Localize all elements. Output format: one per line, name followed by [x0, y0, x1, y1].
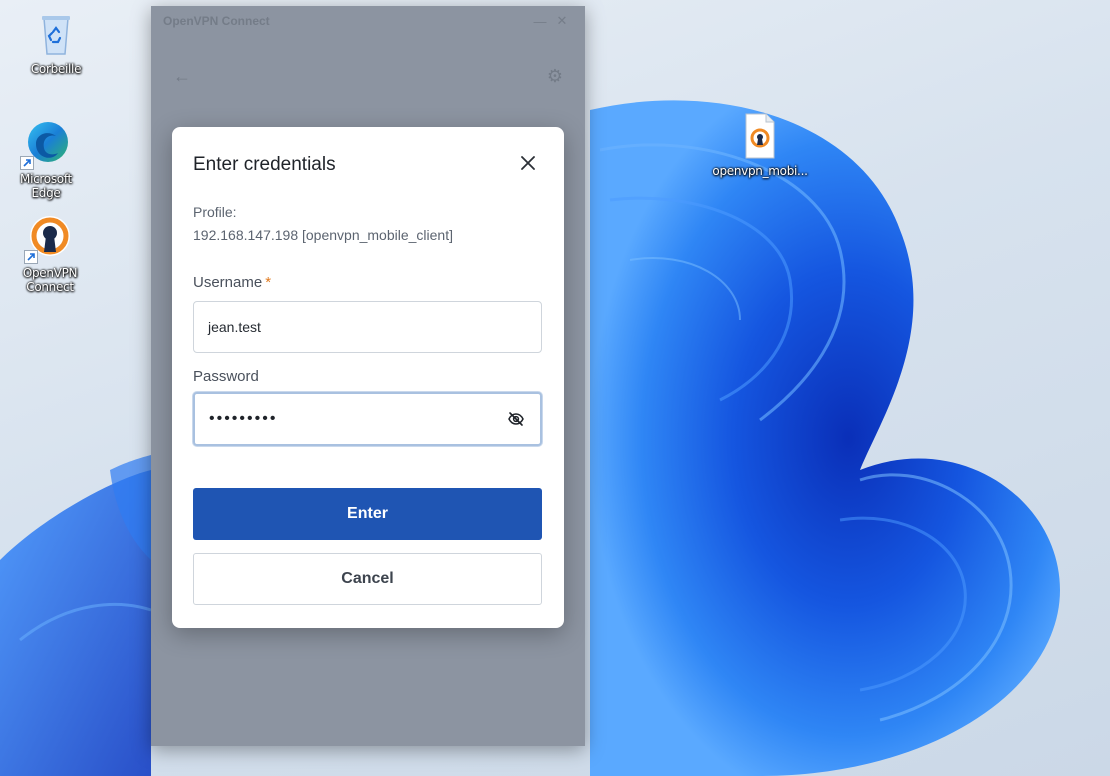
password-label: Password — [193, 368, 259, 385]
cancel-button[interactable]: Cancel — [193, 553, 542, 605]
enter-button[interactable]: Enter — [193, 488, 542, 540]
minimize-icon[interactable]: — — [529, 14, 551, 29]
password-input[interactable]: ••••••••• — [193, 392, 542, 446]
openvpn-file-icon — [736, 112, 784, 160]
profile-label: Profile: — [193, 204, 237, 220]
hide-password-icon[interactable] — [506, 409, 526, 429]
desktop-icon-openvpn-connect[interactable]: OpenVPN Connect — [8, 214, 92, 294]
username-input[interactable]: jean.test — [193, 301, 542, 353]
desktop-icon-openvpn-profile-file[interactable]: openvpn_mobi... — [712, 112, 808, 178]
desktop-icon-label: Microsoft Edge — [20, 172, 72, 200]
window-title: OpenVPN Connect — [163, 14, 270, 28]
desktop-icon-recycle-bin[interactable]: Corbeille — [14, 10, 98, 76]
dialog-title: Enter credentials — [193, 154, 336, 175]
close-window-icon[interactable]: ✕ — [551, 13, 573, 29]
back-arrow-icon[interactable]: ← — [173, 66, 191, 87]
password-value: ••••••••• — [209, 410, 278, 427]
desktop-icon-microsoft-edge[interactable]: Microsoft Edge — [4, 120, 88, 200]
desktop-icon-label: openvpn_mobi... — [712, 164, 808, 178]
close-icon[interactable] — [516, 151, 540, 175]
recycle-bin-icon — [32, 10, 80, 58]
profile-value: 192.168.147.198 [openvpn_mobile_client] — [193, 227, 453, 243]
window-titlebar: OpenVPN Connect — ✕ — [151, 6, 585, 36]
app-navbar: ← ⚙ — [151, 66, 585, 96]
username-label-text: Username — [193, 274, 263, 291]
shortcut-arrow-icon — [24, 250, 38, 264]
desktop-icon-label: OpenVPN Connect — [22, 266, 78, 294]
gear-icon[interactable]: ⚙ — [547, 66, 563, 87]
desktop-icon-label: Corbeille — [30, 62, 82, 76]
username-label: Username * — [193, 274, 271, 291]
shortcut-arrow-icon — [20, 156, 34, 170]
username-value: jean.test — [208, 319, 261, 335]
openvpn-icon — [24, 214, 74, 264]
edge-icon — [20, 120, 70, 170]
credentials-dialog: Enter credentials Profile: 192.168.147.1… — [172, 127, 564, 628]
required-mark: * — [265, 274, 272, 291]
